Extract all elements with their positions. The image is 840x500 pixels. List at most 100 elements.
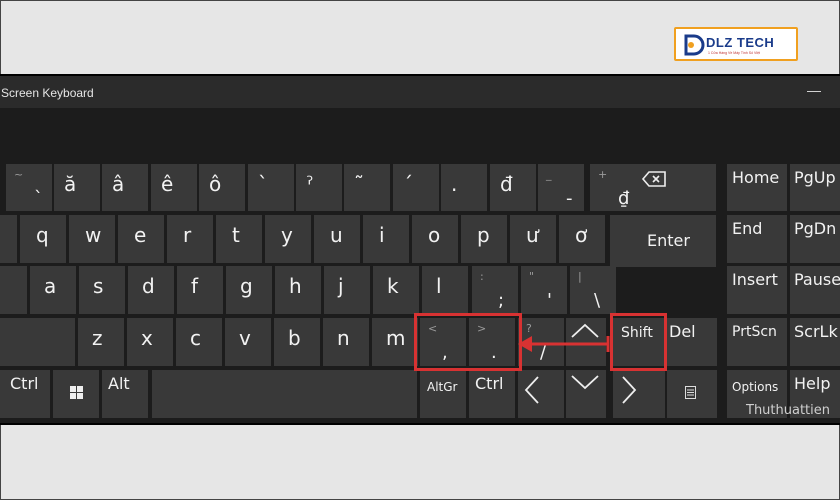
left-arrow-key[interactable] <box>518 370 564 418</box>
home-key[interactable]: Home <box>727 164 787 211</box>
letter-key-j[interactable]: j <box>324 266 370 314</box>
altgr-key[interactable]: AltGr <box>420 370 466 418</box>
letter-key-ơ[interactable]: ơ <box>559 215 605 263</box>
letter-key-g[interactable]: g <box>226 266 272 314</box>
caps-lock-key[interactable] <box>0 266 27 314</box>
key-char: ˜ <box>354 172 364 196</box>
number-row-key-10[interactable]: . <box>441 164 487 211</box>
dlz-tech-logo: DLZ TECH 1 Cửa Hàng Về Máy Tính Số Việt <box>674 27 798 61</box>
letter-key-f[interactable]: f <box>177 266 223 314</box>
logo-subtitle: 1 Cửa Hàng Về Máy Tính Số Việt <box>708 51 761 55</box>
windows-key[interactable] <box>53 370 99 418</box>
highlight-comma-period <box>414 313 522 371</box>
pgdn-key[interactable]: PgDn <box>790 215 840 263</box>
letter-key-h[interactable]: h <box>275 266 321 314</box>
del-key[interactable]: Del <box>667 318 717 366</box>
key-char: y <box>281 223 293 247</box>
letter-key-i[interactable]: i <box>363 215 409 263</box>
minimize-button[interactable]: — <box>807 83 821 98</box>
number-row-key-6[interactable]: ` <box>248 164 294 211</box>
letter-key-c[interactable]: c <box>176 318 222 366</box>
right-arrow-key[interactable] <box>613 370 665 418</box>
pgdn-key-label: PgDn <box>794 219 837 238</box>
letter-key-n[interactable]: n <box>323 318 369 366</box>
key-char: w <box>85 223 102 247</box>
pgup-key-label: PgUp <box>794 168 836 187</box>
key-shift-char: _ <box>546 168 552 181</box>
key-base-char: - <box>566 188 573 209</box>
down-arrow-key[interactable] <box>566 370 606 418</box>
watermark-text: Thuthuattien <box>746 403 831 418</box>
tab-key[interactable] <box>0 215 17 263</box>
number-row-key-5[interactable]: ô <box>199 164 245 211</box>
letter-key-y[interactable]: y <box>265 215 311 263</box>
number-row-key-1[interactable]: ~ ` <box>6 164 52 211</box>
number-row-key-8[interactable]: ˜ <box>344 164 390 211</box>
pgup-key[interactable]: PgUp <box>790 164 840 211</box>
punct-key-2[interactable]: " ' <box>521 266 567 314</box>
number-row-key-4[interactable]: ê <box>151 164 197 211</box>
right-arrow-icon <box>622 376 637 404</box>
red-arrow-icon <box>518 336 610 352</box>
key-base-char: ; <box>498 290 505 311</box>
key-char: t <box>232 223 240 247</box>
scrlk-key[interactable]: ScrLk <box>790 318 840 366</box>
menu-key[interactable] <box>667 370 717 418</box>
ctrl-left-key[interactable]: Ctrl <box>0 370 50 418</box>
letter-key-v[interactable]: v <box>225 318 271 366</box>
letter-key-ư[interactable]: ư <box>510 215 556 263</box>
key-char: p <box>477 223 490 247</box>
letter-key-l[interactable]: l <box>422 266 468 314</box>
number-row-key-7[interactable]: ˀ <box>296 164 342 211</box>
letter-key-k[interactable]: k <box>373 266 419 314</box>
number-row-key-13[interactable]: + ₫ <box>590 164 636 211</box>
letter-key-u[interactable]: u <box>314 215 360 263</box>
letter-key-a[interactable]: a <box>30 266 76 314</box>
key-base-char: ` <box>34 188 43 209</box>
letter-key-o[interactable]: o <box>412 215 458 263</box>
down-arrow-icon <box>571 375 599 390</box>
key-char: u <box>330 223 343 247</box>
letter-key-t[interactable]: t <box>216 215 262 263</box>
letter-key-p[interactable]: p <box>461 215 507 263</box>
prtscn-key[interactable]: PrtScn <box>727 318 787 366</box>
letter-key-w[interactable]: w <box>69 215 115 263</box>
key-char: m <box>386 326 406 350</box>
ctrl-right-key[interactable]: Ctrl <box>469 370 515 418</box>
prtscn-key-label: PrtScn <box>732 324 777 340</box>
alt-key[interactable]: Alt <box>102 370 148 418</box>
key-char: d <box>142 274 155 298</box>
shift-left-key[interactable] <box>0 318 75 366</box>
pause-key[interactable]: Pause <box>790 266 840 314</box>
insert-key-label: Insert <box>732 270 778 289</box>
window-titlebar: Screen Keyboard — <box>0 76 840 108</box>
number-row-key-3[interactable]: â <box>102 164 148 211</box>
letter-key-x[interactable]: x <box>127 318 173 366</box>
number-row-key-9[interactable]: ´ <box>393 164 439 211</box>
number-row-key-11[interactable]: đ <box>490 164 536 211</box>
letter-key-r[interactable]: r <box>167 215 213 263</box>
bottom-background <box>0 425 840 500</box>
key-char: ê <box>161 172 174 196</box>
letter-key-q[interactable]: q <box>20 215 66 263</box>
letter-key-b[interactable]: b <box>274 318 320 366</box>
letter-key-z[interactable]: z <box>78 318 124 366</box>
letter-key-m[interactable]: m <box>372 318 418 366</box>
punct-key-1[interactable]: :; <box>472 266 518 314</box>
enter-key[interactable]: Enter <box>610 215 716 267</box>
backspace-key[interactable] <box>627 164 716 211</box>
punct-key-3[interactable]: | \ <box>570 266 616 314</box>
number-row-key-2[interactable]: ă <box>54 164 100 211</box>
alt-key-label: Alt <box>108 374 130 393</box>
number-row-key-12[interactable]: _ - <box>538 164 584 211</box>
key-char: o <box>428 223 441 247</box>
key-char: ` <box>258 172 268 196</box>
key-shift-char: | <box>578 270 582 283</box>
letter-key-e[interactable]: e <box>118 215 164 263</box>
letter-key-s[interactable]: s <box>79 266 125 314</box>
insert-key[interactable]: Insert <box>727 266 787 314</box>
key-shift-char: " <box>529 270 535 283</box>
spacebar-key[interactable] <box>152 370 417 418</box>
letter-key-d[interactable]: d <box>128 266 174 314</box>
end-key[interactable]: End <box>727 215 787 263</box>
